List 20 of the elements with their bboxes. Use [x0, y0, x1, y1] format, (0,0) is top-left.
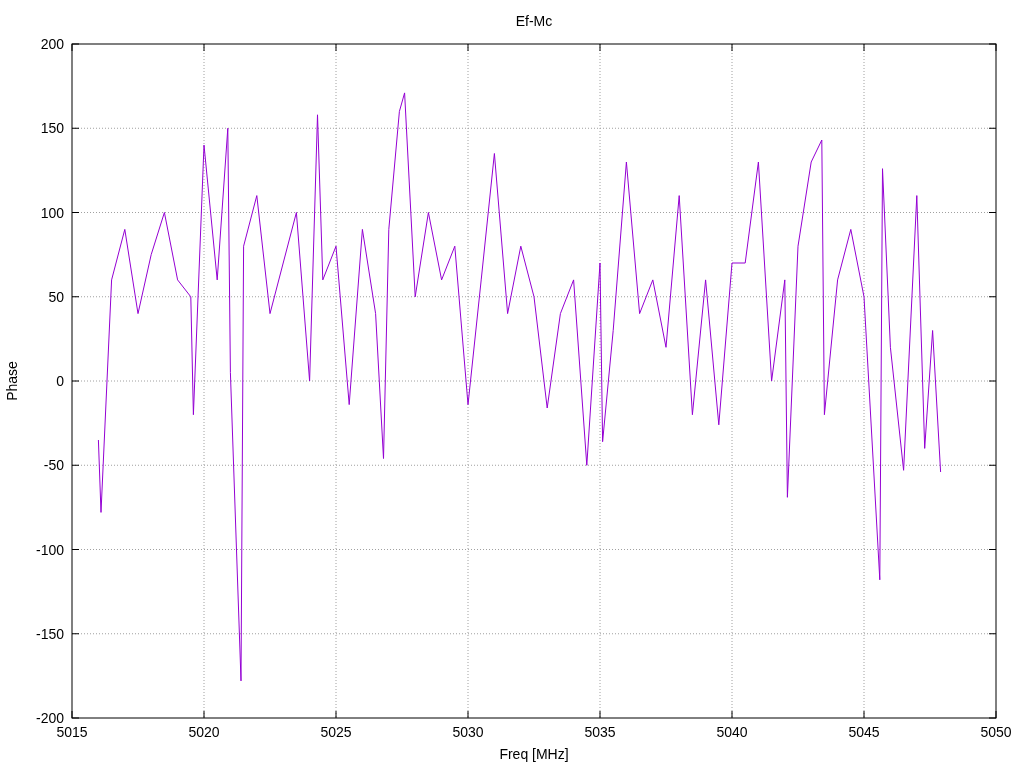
x-tick-label: 5030 — [452, 724, 484, 740]
x-tick-label: 5045 — [848, 724, 880, 740]
y-tick-label: 50 — [48, 288, 64, 305]
y-tick-label: 100 — [40, 204, 64, 221]
chart-title: Ef-Mc — [515, 13, 553, 29]
y-tick-label: -150 — [35, 625, 64, 642]
x-tick-label: 5050 — [980, 724, 1012, 740]
y-tick-label: 150 — [40, 120, 64, 137]
x-tick-label: 5025 — [320, 724, 352, 740]
x-tick-label: 5015 — [56, 724, 88, 740]
y-tick-label: 0 — [56, 373, 64, 389]
x-tick-label: 5035 — [584, 724, 616, 740]
y-tick-label: -50 — [43, 457, 64, 474]
x-axis-label: Freq [MHz] — [499, 746, 569, 762]
x-tick-label: 5040 — [716, 724, 748, 740]
y-tick-label: -100 — [35, 541, 64, 558]
y-tick-label: 200 — [40, 36, 64, 52]
y-tick-label: -200 — [35, 710, 64, 726]
y-axis-label: Phase — [4, 361, 20, 401]
x-tick-label: 5020 — [188, 724, 220, 740]
